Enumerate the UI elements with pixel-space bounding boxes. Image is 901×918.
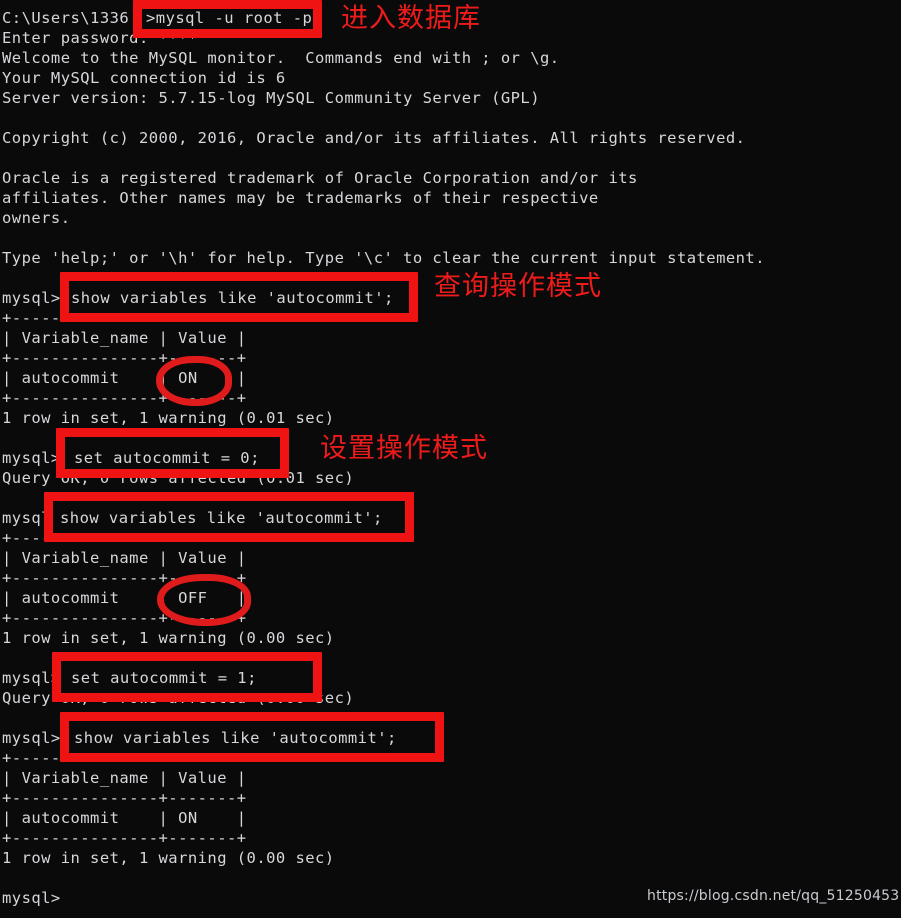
console-line-header-2: | Variable_name | Value | [2,549,247,567]
console-line-welcome: Welcome to the MySQL monitor. Commands e… [2,49,560,67]
console-line-result-2: 1 row in set, 1 warning (0.00 sec) [2,629,335,647]
console-line-help-hint: Type 'help;' or '\h' for help. Type '\c'… [2,249,765,267]
console-line-row-3: | autocommit | ON | [2,809,247,827]
console-line-header-3: | Variable_name | Value | [2,769,247,787]
console-line-prompt-5: mysql> [2,729,61,747]
console-line-sep-3-bot: +---------------+-------+ [2,829,247,847]
console-line-trademark-2: affiliates. Other names may be trademark… [2,189,599,207]
csdn-watermark: https://blog.csdn.net/qq_51250453 [647,888,900,904]
console-line-prompt-1: mysql> [2,289,61,307]
console-line-copyright: Copyright (c) 2000, 2016, Oracle and/or … [2,129,746,147]
console-line-server-version: Server version: 5.7.15-log MySQL Communi… [2,89,540,107]
callout-set-mode: 设置操作模式 [320,433,488,464]
console-line-trademark-1: Oracle is a registered trademark of Orac… [2,169,638,187]
command-text-cmd-show-3: show variables like 'autocommit'; [74,729,397,747]
callout-enter-db: 进入数据库 [341,3,481,34]
console-line-prompt-2: mysql> [2,449,61,467]
console-line-header-1: | Variable_name | Value | [2,329,247,347]
command-text-cmd-set-1: set autocommit = 1; [71,669,257,687]
command-text-cmd-show-2: show variables like 'autocommit'; [60,509,383,527]
console-line-result-1: 1 row in set, 1 warning (0.01 sec) [2,409,335,427]
console-line-trademark-3: owners. [2,209,71,227]
console-line-prompt-cmd: C:\Users\1336 [2,9,130,27]
annotation-circle-on [156,356,232,406]
annotation-circle-off [157,574,251,626]
command-text-cmd-set-0: set autocommit = 0; [74,449,260,467]
console-line-connection-id: Your MySQL connection id is 6 [2,69,286,87]
terminal-window[interactable]: C:\Users\1336 Enter password: **** Welcome… [0,0,901,918]
command-text-cmd-show-1: show variables like 'autocommit'; [71,289,394,307]
callout-query-mode: 查询操作模式 [434,271,602,302]
console-line-sep-3-mid: +---------------+-------+ [2,789,247,807]
command-text-cmd-connect: >mysql -u root -p [146,9,313,27]
console-line-prompt-final: mysql> [2,889,61,907]
console-line-result-3: 1 row in set, 1 warning (0.00 sec) [2,849,335,867]
